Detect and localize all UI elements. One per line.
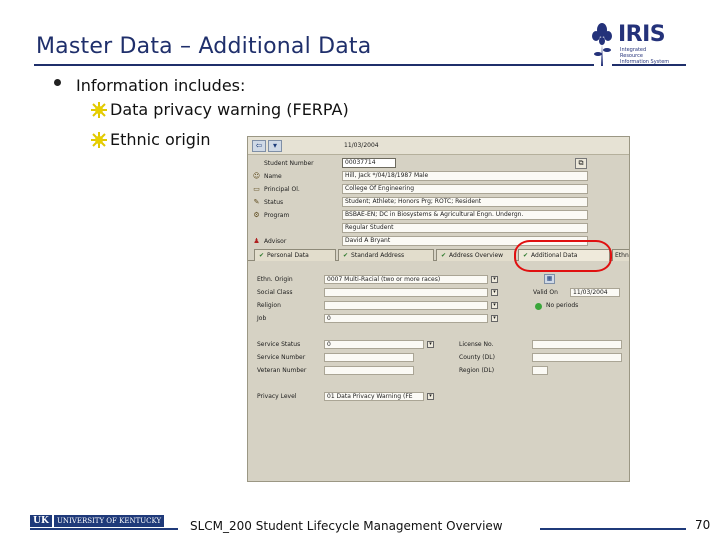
dropdown-icon[interactable]: ▾ <box>491 289 498 296</box>
header-row-org: ▭ Principal Ol. <box>252 184 344 195</box>
advisor-icon: ♟ <box>253 237 260 245</box>
tab-standard-address[interactable]: ✔ Standard Address <box>338 249 434 261</box>
header-row-name: ☺ Name <box>252 171 344 182</box>
ethnic-origin-label: Ethn. Origin <box>257 276 293 283</box>
tab-label: Address Overview <box>449 252 504 259</box>
service-number-label: Service Number <box>257 354 306 361</box>
privacy-level-field[interactable]: 01 Data Privacy Warning (FE <box>324 392 424 401</box>
social-class-field[interactable] <box>324 288 488 297</box>
tab-personal-data[interactable]: ✔ Personal Data <box>254 249 336 261</box>
logo-subtitle: Integrated Resource Information System <box>620 47 670 65</box>
sub-bullet: Ethnic origin <box>90 130 211 149</box>
sub-bullet-text: Data privacy warning (FERPA) <box>110 100 349 119</box>
program-field: BSBAE-EN; DC in Biosystems & Agricultura… <box>342 210 588 220</box>
header-label: Program <box>264 212 290 219</box>
bullet-text: Information includes: <box>76 76 246 95</box>
religion-label: Religion <box>257 302 281 309</box>
title-underline <box>34 64 594 66</box>
social-class-label: Social Class <box>257 289 293 296</box>
back-arrow-icon[interactable]: ⇦ <box>252 140 266 152</box>
sub-bullet: Data privacy warning (FERPA) <box>90 100 349 119</box>
header-label: Principal Ol. <box>264 186 300 193</box>
footer-rule-right <box>540 528 686 530</box>
footer-rule-left <box>30 528 178 530</box>
page-number: 70 <box>695 518 711 532</box>
header-row-student-number: Student Number <box>252 158 344 169</box>
dropdown-icon[interactable]: ▾ <box>427 341 434 348</box>
region-dl-field[interactable] <box>532 366 548 375</box>
dropdown-icon[interactable]: ▾ <box>491 276 498 283</box>
header-label: Student Number <box>264 160 314 167</box>
veteran-number-label: Veteran Number <box>257 367 307 374</box>
valid-on-field[interactable]: 11/03/2004 <box>570 288 620 297</box>
slide-title: Master Data – Additional Data <box>36 34 372 59</box>
status-field: Student; Athlete; Honors Prg; ROTC; Resi… <box>342 197 588 207</box>
ethnic-origin-field[interactable]: 0007 Multi-Racial (two or more races) <box>324 275 488 284</box>
job-label: Job <box>257 315 267 322</box>
iris-logo: IRIS Integrated Resource Information Sys… <box>592 20 670 70</box>
university-name: UNIVERSITY OF KENTUCKY <box>54 515 165 527</box>
person-icon: ☺ <box>252 172 261 180</box>
region-dl-label: Region (DL) <box>459 367 495 374</box>
header-label: Name <box>264 173 282 180</box>
sap-toolbar: ⇦ ▾ 11/03/2004 <box>248 137 629 155</box>
header-row-status: ✎ Status <box>252 197 344 208</box>
service-number-field[interactable] <box>324 353 414 362</box>
check-icon: ✔ <box>259 252 265 259</box>
check-icon: ✔ <box>441 252 447 259</box>
student-lookup-icon[interactable]: ⧉ <box>575 158 587 169</box>
service-status-label: Service Status <box>257 341 301 348</box>
valid-on-label: Valid On <box>533 289 558 296</box>
highlight-circle <box>514 240 612 272</box>
dropdown-icon[interactable]: ▾ <box>491 315 498 322</box>
sub-bullet-text: Ethnic origin <box>110 130 211 149</box>
veteran-number-field[interactable] <box>324 366 414 375</box>
dropdown-icon[interactable]: ▾ <box>268 140 282 152</box>
tab-label: Ethn <box>615 252 629 259</box>
org-field: College Of Engineering <box>342 184 588 194</box>
footer-course-title: SLCM_200 Student Lifecycle Management Ov… <box>190 519 503 533</box>
tab-label: Standard Address <box>351 252 405 259</box>
org-icon: ▭ <box>253 185 260 193</box>
status-green-icon <box>535 303 542 310</box>
uk-mark: UK <box>30 515 52 527</box>
flower-logo-icon <box>592 23 612 66</box>
license-no-label: License No. <box>459 341 494 348</box>
student-category-field: Regular Student <box>342 223 588 233</box>
status-icon: ✎ <box>253 198 260 206</box>
logo-subtitle-line-2: Information System <box>620 59 670 65</box>
sap-student-master-data-screen: ⇦ ▾ 11/03/2004 Student Number 00037714 ⧉… <box>247 136 630 482</box>
county-dl-field[interactable] <box>532 353 622 362</box>
dropdown-icon[interactable]: ▾ <box>491 302 498 309</box>
name-field: Hill, Jack */04/18/1987 Male <box>342 171 588 181</box>
logo-subtitle-line-1: Integrated Resource <box>620 47 647 59</box>
county-dl-label: County (DL) <box>459 354 495 361</box>
religion-field[interactable] <box>324 301 488 310</box>
license-no-field[interactable] <box>532 340 622 349</box>
star-bullet-icon <box>91 101 107 118</box>
student-number-field[interactable]: 00037714 <box>342 158 396 168</box>
check-icon: ✔ <box>343 252 349 259</box>
toolbar-date: 11/03/2004 <box>344 142 379 149</box>
privacy-level-label: Privacy Level <box>257 393 297 400</box>
tab-address-overview[interactable]: ✔ Address Overview <box>436 249 516 261</box>
calendar-icon[interactable]: ▦ <box>544 274 555 284</box>
university-logo: UK UNIVERSITY OF KENTUCKY <box>30 515 175 527</box>
tab-ethnic[interactable]: Ethn <box>612 249 629 261</box>
no-periods-text: No periods <box>546 302 579 309</box>
header-label: Status <box>264 199 284 206</box>
tab-label: Personal Data <box>267 252 309 259</box>
header-label: Advisor <box>264 238 287 245</box>
job-field[interactable]: 0 <box>324 314 488 323</box>
bullet-dot-icon <box>54 79 61 86</box>
dropdown-icon[interactable]: ▾ <box>427 393 434 400</box>
header-row-program: ⚙ Program <box>252 210 344 221</box>
student-icon <box>252 159 261 168</box>
header-row-advisor: ♟ Advisor <box>252 236 344 247</box>
logo-wordmark: IRIS <box>618 22 666 47</box>
program-icon: ⚙ <box>253 211 260 219</box>
star-bullet-icon <box>91 131 107 148</box>
service-status-field[interactable]: 0 <box>324 340 424 349</box>
